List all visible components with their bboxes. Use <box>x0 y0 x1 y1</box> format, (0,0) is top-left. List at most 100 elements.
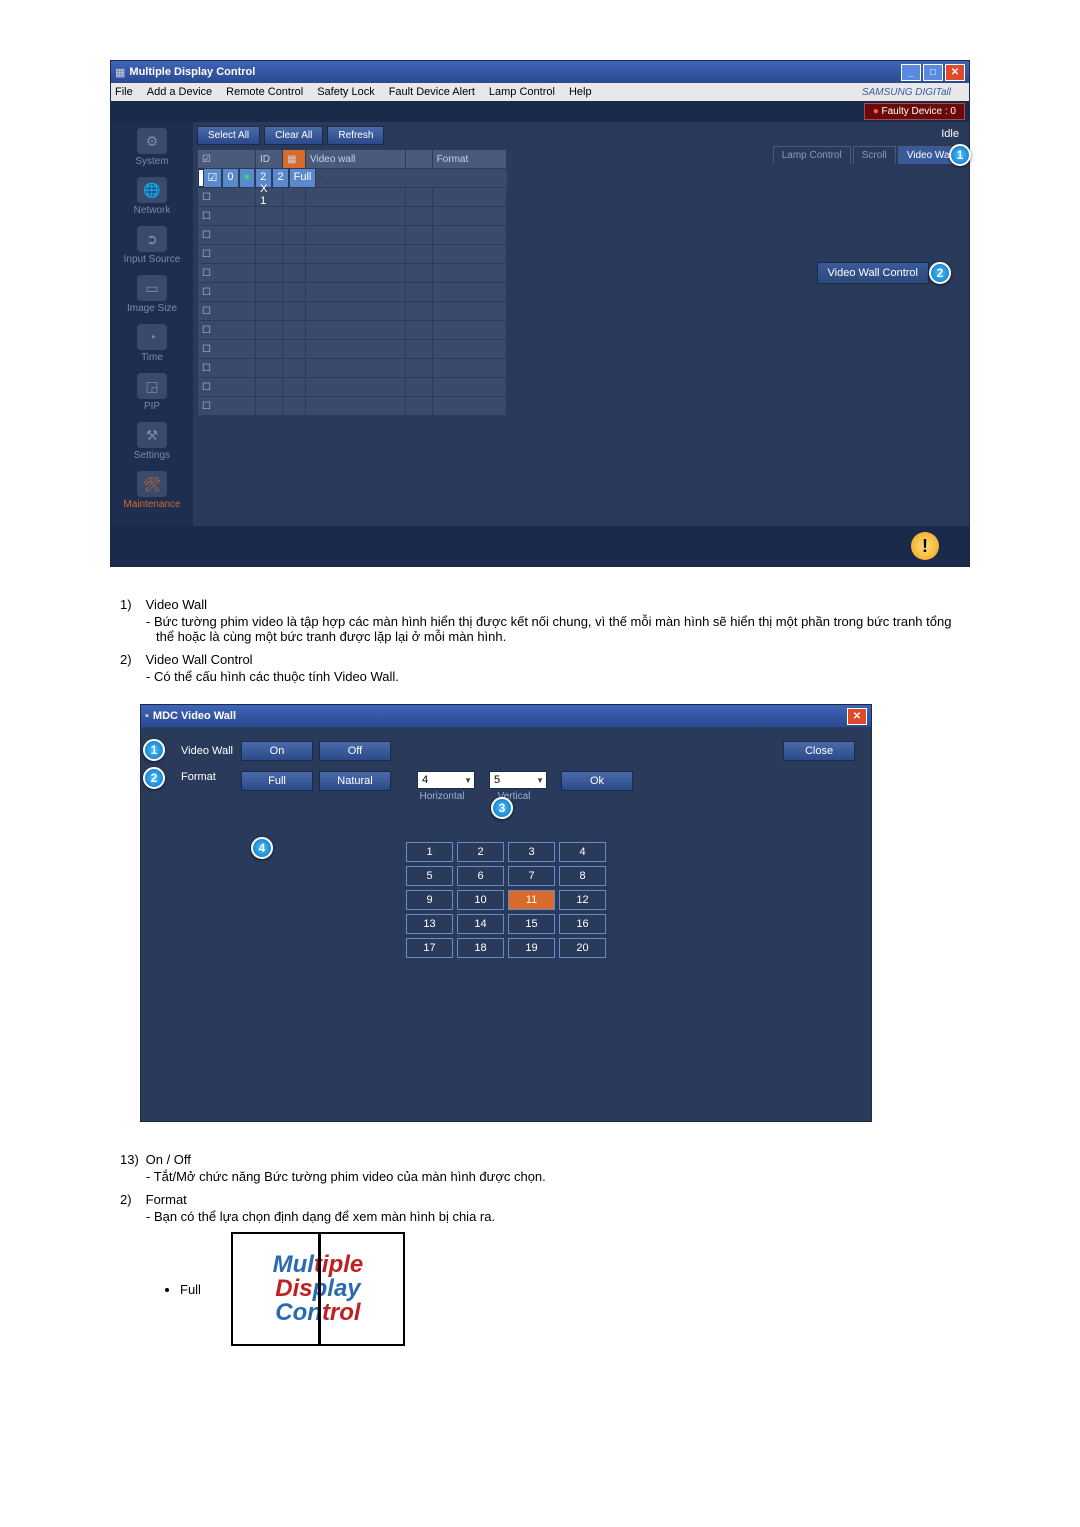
callout-2-icon: 2 <box>929 262 951 284</box>
sidebar-item-settings[interactable]: ⚒Settings <box>111 422 193 461</box>
fault-bar: Faulty Device : 0 <box>111 101 969 122</box>
control-pane: Idle Lamp Control Scroll Video Wall 1 Vi… <box>509 122 969 526</box>
sidebar-item-image[interactable]: ▭Image Size <box>111 275 193 314</box>
sidebar-item-network[interactable]: 🌐Network <box>111 177 193 216</box>
grid-cell[interactable]: 13 <box>406 914 453 934</box>
sidebar: ⚙System 🌐Network ➲Input Source ▭Image Si… <box>111 122 193 526</box>
table-row[interactable] <box>198 226 507 245</box>
vertical-select[interactable]: 5 <box>489 771 547 789</box>
close-button[interactable]: ✕ <box>945 64 965 81</box>
full-format-illustration: Multiple Display Control <box>231 1232 405 1346</box>
label-videowall: Video Wall <box>181 745 241 757</box>
menu-help[interactable]: Help <box>569 86 592 98</box>
grid-cell[interactable]: 3 <box>508 842 555 862</box>
device-grid-pane: Select All Clear All Refresh ☑ ID ▦ Vide… <box>193 122 509 526</box>
tab-lamp[interactable]: Lamp Control <box>773 146 851 164</box>
menu-file[interactable]: File <box>115 86 133 98</box>
desc-title: Video Wall <box>146 597 207 612</box>
input-icon: ➲ <box>137 226 167 252</box>
description-list-2: 13) On / Off - Tắt/Mở chức năng Bức tườn… <box>120 1152 970 1346</box>
menu-add-device[interactable]: Add a Device <box>147 86 212 98</box>
maximize-button[interactable]: □ <box>923 64 943 81</box>
grid-cell[interactable]: 1 <box>406 842 453 862</box>
grid-cell[interactable]: 19 <box>508 938 555 958</box>
menu-safety-lock[interactable]: Safety Lock <box>317 86 374 98</box>
time-icon: ◔ <box>137 324 167 350</box>
settings-icon: ⚒ <box>137 422 167 448</box>
table-row[interactable] <box>198 321 507 340</box>
fault-badge: Faulty Device : 0 <box>864 103 965 120</box>
close-button[interactable]: Close <box>783 741 855 761</box>
off-button[interactable]: Off <box>319 741 391 761</box>
grid-cell[interactable]: 2 <box>457 842 504 862</box>
table-row[interactable] <box>198 378 507 397</box>
table-row[interactable] <box>198 359 507 378</box>
col-chk[interactable]: ☑ <box>198 150 256 169</box>
description-list-1: 1) Video Wall - Bức tường phim video là … <box>120 597 970 684</box>
full-button[interactable]: Full <box>241 771 313 791</box>
video-wall-control-button[interactable]: Video Wall Control <box>817 262 930 284</box>
grid-cell[interactable]: 20 <box>559 938 606 958</box>
sidebar-item-maintenance[interactable]: 🛠Maintenance <box>111 471 193 510</box>
table-row[interactable] <box>198 245 507 264</box>
grid-cell[interactable]: 6 <box>457 866 504 886</box>
menubar: File Add a Device Remote Control Safety … <box>111 83 969 101</box>
grid-cell[interactable]: 10 <box>457 890 504 910</box>
grid-cell[interactable]: 16 <box>559 914 606 934</box>
video-wall-grid: 1234567891011121314151617181920 <box>406 842 606 958</box>
col-vw-n <box>405 150 432 169</box>
table-row[interactable] <box>198 188 507 207</box>
table-row[interactable] <box>198 302 507 321</box>
table-row[interactable] <box>198 207 507 226</box>
grid-cell[interactable]: 4 <box>559 842 606 862</box>
grid-cell[interactable]: 8 <box>559 866 606 886</box>
natural-button[interactable]: Natural <box>319 771 391 791</box>
table-row[interactable] <box>198 264 507 283</box>
table-row[interactable] <box>198 340 507 359</box>
maintenance-icon: 🛠 <box>137 471 167 497</box>
pip-icon: ◲ <box>137 373 167 399</box>
on-button[interactable]: On <box>241 741 313 761</box>
desc-num: 2) <box>120 1192 142 1207</box>
sidebar-item-pip[interactable]: ◲PIP <box>111 373 193 412</box>
bullet-full: Full <box>180 1282 201 1297</box>
dialog-close-button[interactable]: ✕ <box>847 708 867 725</box>
table-row[interactable] <box>198 397 507 416</box>
label-format: Format <box>181 771 241 783</box>
warning-icon: ! <box>911 532 939 560</box>
clear-all-button[interactable]: Clear All <box>264 126 323 145</box>
grid-cell[interactable]: 7 <box>508 866 555 886</box>
minimize-button[interactable]: _ <box>901 64 921 81</box>
horizontal-select[interactable]: 4 <box>417 771 475 789</box>
desc-num: 13) <box>120 1152 142 1167</box>
menu-lamp-control[interactable]: Lamp Control <box>489 86 555 98</box>
grid-cell[interactable]: 15 <box>508 914 555 934</box>
grid-cell[interactable]: 18 <box>457 938 504 958</box>
select-all-button[interactable]: Select All <box>197 126 260 145</box>
grid-cell[interactable]: 5 <box>406 866 453 886</box>
menu-remote-control[interactable]: Remote Control <box>226 86 303 98</box>
sidebar-item-system[interactable]: ⚙System <box>111 128 193 167</box>
ok-button[interactable]: Ok <box>561 771 633 791</box>
grid-cell[interactable]: 14 <box>457 914 504 934</box>
desc-text: - Tắt/Mở chức năng Bức tường phim video … <box>156 1169 970 1184</box>
grid-cell[interactable]: 11 <box>508 890 555 910</box>
desc-num: 2) <box>120 652 142 667</box>
tab-scroll[interactable]: Scroll <box>853 146 896 164</box>
grid-cell[interactable]: 12 <box>559 890 606 910</box>
grid-cell[interactable]: 9 <box>406 890 453 910</box>
desc-num: 1) <box>120 597 142 612</box>
desc-text: - Bức tường phim video là tập hợp các mà… <box>156 614 970 644</box>
grid-cell[interactable]: 17 <box>406 938 453 958</box>
menu-fault-alert[interactable]: Fault Device Alert <box>389 86 475 98</box>
device-table: ☑ ID ▦ Video wall Format 0 ● 2 X 1 <box>197 149 507 416</box>
sidebar-item-time[interactable]: ◔Time <box>111 324 193 363</box>
callout-3-icon: 3 <box>491 797 513 819</box>
table-row[interactable]: 0 ● 2 X 1 2 Full <box>198 169 256 187</box>
table-row[interactable] <box>198 283 507 302</box>
status-idle: Idle <box>941 128 959 140</box>
refresh-button[interactable]: Refresh <box>327 126 384 145</box>
sidebar-item-input[interactable]: ➲Input Source <box>111 226 193 265</box>
desc-text: - Có thể cấu hình các thuộc tính Video W… <box>156 669 970 684</box>
mdc-main-window: ▦ Multiple Display Control _ □ ✕ File Ad… <box>110 60 970 567</box>
